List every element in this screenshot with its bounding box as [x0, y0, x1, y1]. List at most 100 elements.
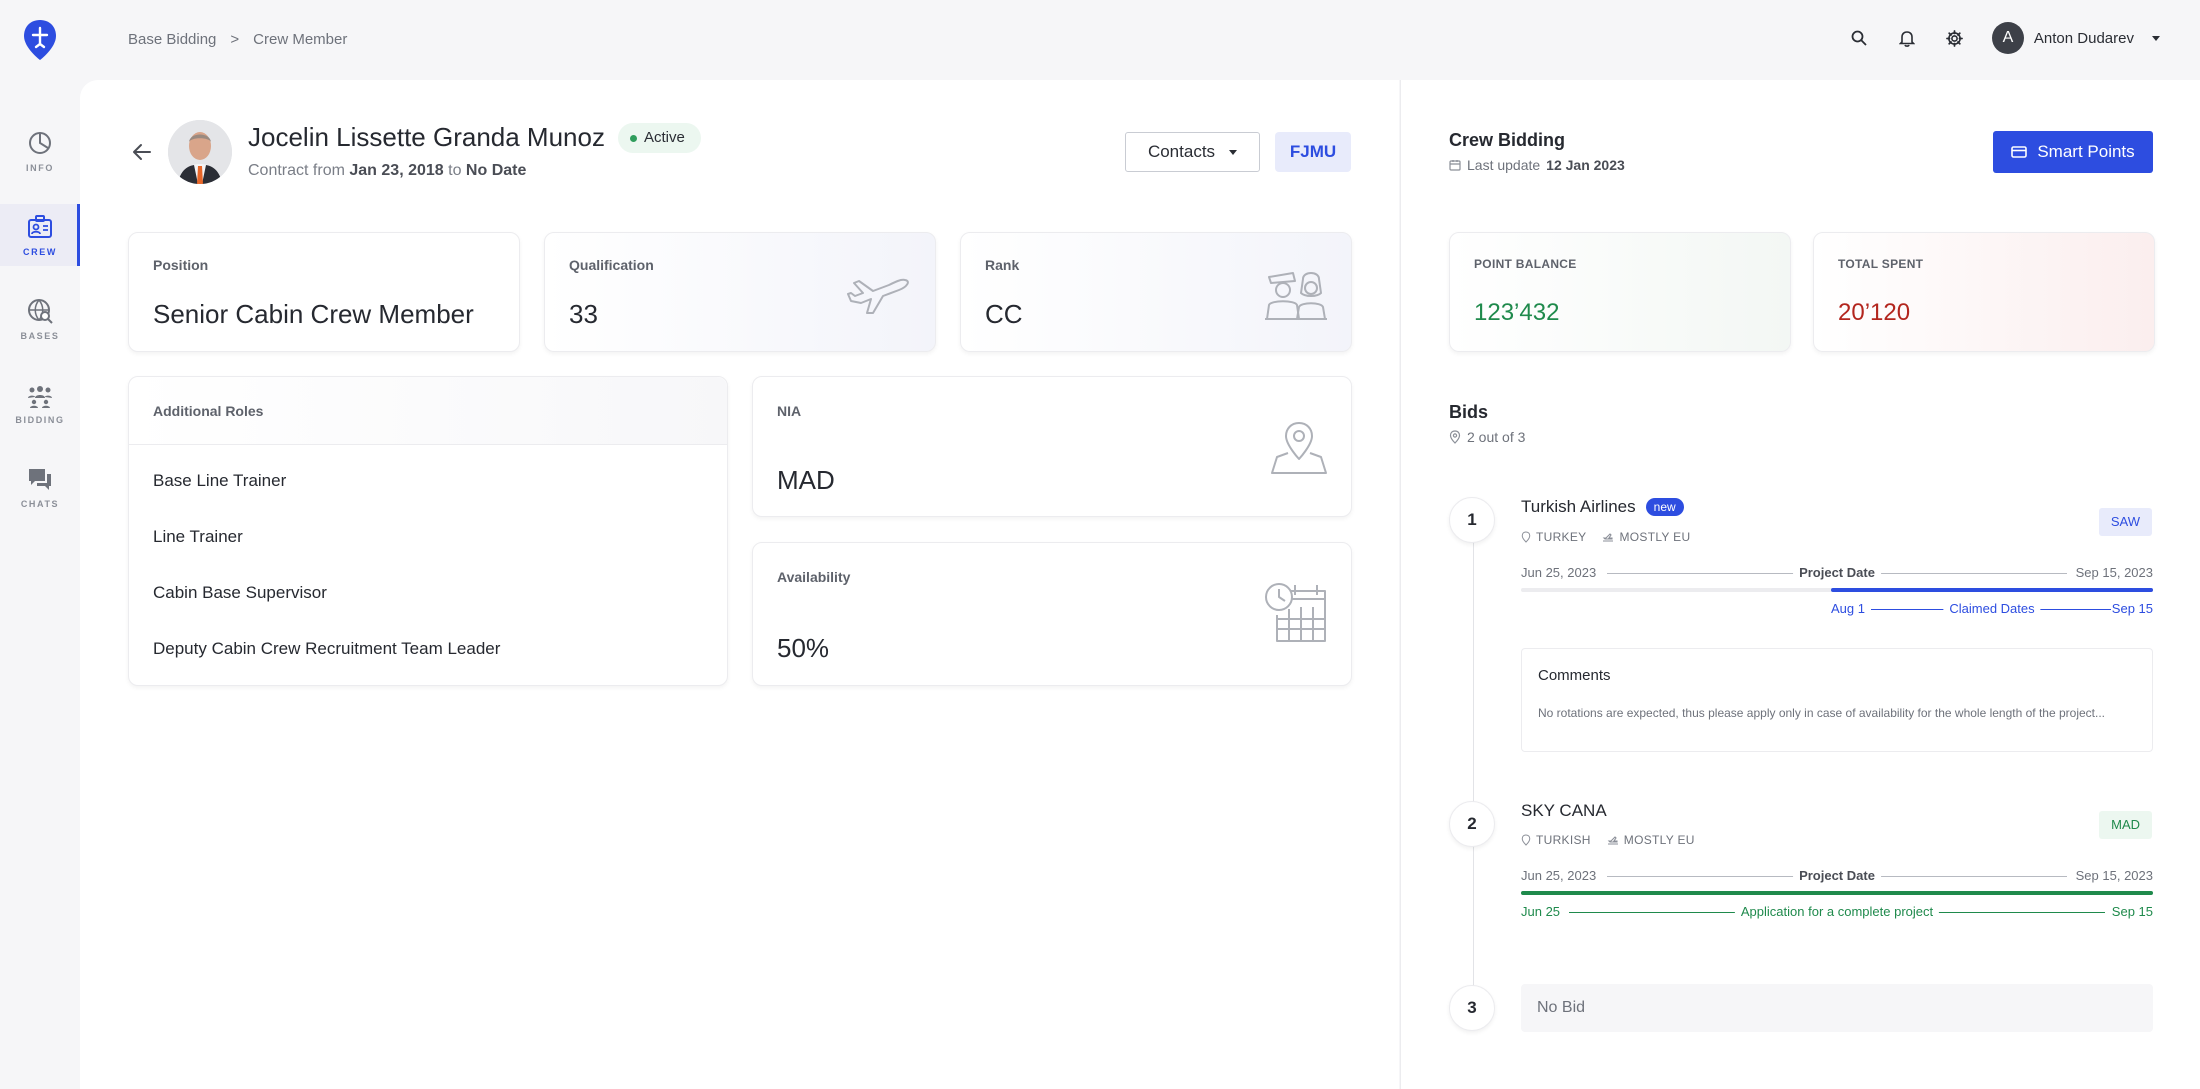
additional-roles-card: Additional Roles Base Line Trainer Line …: [128, 376, 728, 686]
user-menu[interactable]: A Anton Dudarev: [1991, 22, 2160, 54]
bid-country-text: TURKEY: [1536, 530, 1587, 544]
sidebar: INFO CREW BASES BIDDING CHATS: [0, 0, 80, 1089]
comments-text: No rotations are expected, thus please a…: [1538, 706, 2105, 720]
nav-info-label: INFO: [26, 163, 54, 173]
rank-value: CC: [985, 299, 1023, 329]
total-spent-card: TOTAL SPENT 20’120: [1813, 232, 2155, 352]
project-date-row: Jun 25, 2023 Project Date Sep 15, 2023: [1521, 868, 2153, 884]
last-update-label: Last update: [1467, 157, 1541, 173]
back-arrow-icon[interactable]: [130, 140, 154, 164]
plane-small-icon: [1603, 533, 1614, 542]
claim-track: [1521, 588, 2153, 592]
availability-card: Availability 50%: [752, 542, 1352, 686]
project-end: Sep 15, 2023: [2075, 868, 2153, 883]
nia-card: NIA MAD: [752, 376, 1352, 517]
arrow-right-line: [1867, 876, 2067, 877]
no-bid-slot[interactable]: No Bid: [1521, 984, 2153, 1032]
roles-title: Additional Roles: [153, 403, 264, 419]
app-logo-icon[interactable]: [22, 18, 58, 62]
claimed-dates-label: Claimed Dates: [1943, 601, 2041, 616]
airplane-icon: [847, 278, 909, 314]
availability-label: Availability: [777, 569, 851, 585]
plane-small-icon: [1607, 836, 1618, 845]
breadcrumb-current: Crew Member: [253, 31, 348, 48]
claim-fill: [1830, 588, 2153, 592]
nav-bases-label: BASES: [20, 331, 60, 341]
nav-chats-label: CHATS: [20, 499, 60, 509]
bid-region-text: MOSTLY EU: [1619, 530, 1691, 544]
nav-chats[interactable]: CHATS: [0, 456, 80, 518]
claim-fill: [1521, 891, 2153, 895]
bid-number: 3: [1449, 985, 1495, 1031]
crew-code-badge: FJMU: [1275, 132, 1351, 172]
point-balance-card: POINT BALANCE 123’432: [1449, 232, 1791, 352]
contacts-label: Contacts: [1147, 142, 1216, 161]
contract-to-word: to: [448, 162, 462, 179]
card-icon: [2011, 146, 2028, 158]
bid-airline: Turkish Airlines new: [1521, 497, 1684, 517]
rank-card: Rank CC: [960, 232, 1352, 352]
contract-to: No Date: [465, 162, 527, 179]
position-label: Position: [153, 257, 209, 273]
bid-number: 2: [1449, 801, 1495, 847]
claim-end: Sep 15: [2111, 601, 2153, 616]
calendar-clock-icon: [1265, 583, 1326, 642]
pin-icon: [1521, 531, 1531, 543]
role-item: Deputy Cabin Crew Recruitment Team Leade…: [153, 639, 501, 658]
bid-country: TURKEY: [1521, 530, 1586, 544]
last-update: Last update 12 Jan 2023: [1449, 157, 1625, 173]
crew-bidding-title: Crew Bidding: [1449, 130, 1565, 150]
contacts-dropdown[interactable]: Contacts: [1125, 132, 1260, 172]
role-item: Line Trainer: [153, 527, 243, 546]
project-start: Jun 25, 2023: [1521, 565, 1597, 580]
total-spent-value: 20’120: [1838, 299, 1911, 326]
contract-prefix: Contract from: [248, 162, 345, 179]
nav-info[interactable]: INFO: [0, 120, 80, 182]
project-date-label: Project Date: [1793, 565, 1881, 580]
gear-icon[interactable]: [1944, 27, 1966, 49]
claimed-dates-row: Jun 25 Application for a complete projec…: [1521, 904, 2153, 920]
crew-profile-panel: Jocelin Lissette Granda Munoz Active Con…: [80, 80, 1399, 1089]
qualification-value: 33: [569, 299, 598, 329]
bid-base-badge: MAD: [2099, 811, 2152, 839]
chart-pie-icon: [29, 132, 51, 154]
bell-icon[interactable]: [1896, 27, 1918, 49]
search-icon[interactable]: [1848, 27, 1870, 49]
chevron-down-icon: [1229, 149, 1238, 155]
bid-country-text: TURKISH: [1536, 833, 1591, 847]
crew-pilots-icon: [1265, 272, 1327, 320]
bids-title: Bids: [1449, 402, 1489, 422]
bids-timeline: [1473, 520, 1474, 1000]
bid-number: 1: [1449, 497, 1495, 543]
bid-region: MOSTLY EU: [1607, 833, 1695, 847]
crew-bidding-panel: Crew Bidding Last update 12 Jan 2023 Sma…: [1400, 80, 2200, 1089]
arrow-left-line: [1607, 876, 1807, 877]
qualification-card: Qualification 33: [544, 232, 936, 352]
position-value: Senior Cabin Crew Member: [153, 299, 474, 329]
chevron-down-icon: [2152, 35, 2160, 41]
breadcrumb-separator: >: [230, 31, 240, 48]
position-card: Position Senior Cabin Crew Member: [128, 232, 520, 352]
rank-label: Rank: [985, 257, 1020, 273]
topbar-actions: A Anton Dudarev: [1848, 22, 2160, 54]
contract-info: Contract from Jan 23, 2018 to No Date: [248, 162, 526, 180]
total-spent-label: TOTAL SPENT: [1838, 257, 1924, 271]
project-end: Sep 15, 2023: [2075, 565, 2153, 580]
bid-comments: Comments No rotations are expected, thus…: [1521, 648, 2153, 752]
breadcrumb-root[interactable]: Base Bidding: [128, 31, 216, 48]
bids-count-text: 2 out of 3: [1467, 429, 1526, 445]
bid-meta: TURKISH MOSTLY EU: [1521, 833, 1695, 847]
arrow-left-line: [1607, 573, 1807, 574]
nav-bidding[interactable]: BIDDING: [0, 372, 80, 434]
availability-value: 50%: [777, 633, 830, 663]
nav-bidding-label: BIDDING: [15, 415, 65, 425]
crew-name: Jocelin Lissette Granda Munoz: [248, 122, 605, 152]
roles-header: Additional Roles: [129, 377, 727, 445]
nav-bases[interactable]: BASES: [0, 288, 80, 350]
nav-crew[interactable]: CREW: [0, 204, 80, 266]
new-badge: new: [1645, 498, 1684, 516]
claimed-dates-label: Application for a complete project: [1734, 904, 1940, 919]
user-avatar: A: [1991, 22, 2024, 54]
smart-points-button[interactable]: Smart Points: [1993, 131, 2153, 173]
map-pin-icon: [1271, 422, 1327, 474]
